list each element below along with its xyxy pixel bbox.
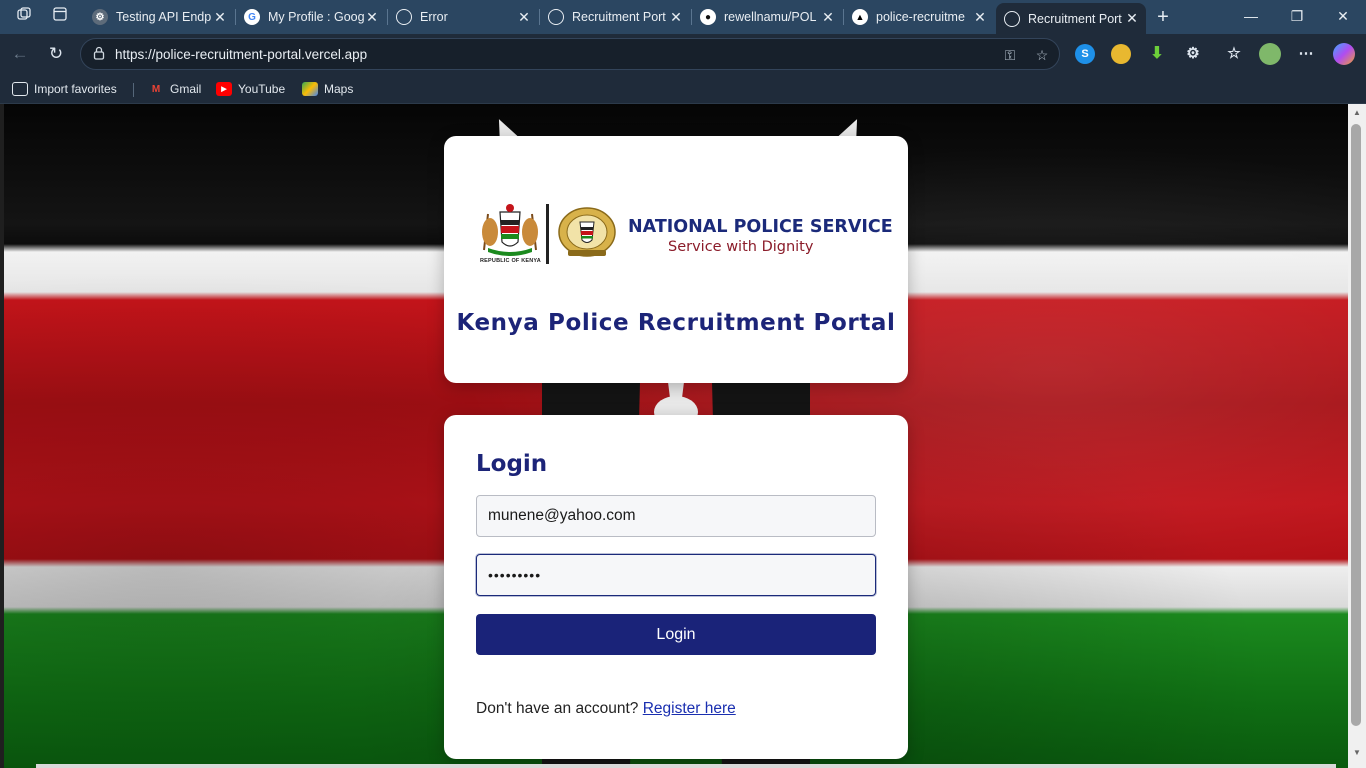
globe-icon: [1004, 10, 1020, 27]
new-tab-icon[interactable]: +: [1152, 6, 1174, 28]
tab-title: police-recruitme: [876, 10, 965, 24]
favorites-separator: [133, 83, 134, 97]
gear-icon: ⚙: [92, 9, 108, 25]
close-icon[interactable]: ✕: [820, 9, 836, 26]
tab-actions-icon[interactable]: [49, 6, 71, 28]
tab-title: Recruitment Port: [1028, 11, 1122, 26]
email-field[interactable]: munene@yahoo.com: [476, 495, 876, 537]
shazam-extension-icon[interactable]: S: [1075, 44, 1095, 64]
login-button[interactable]: Login: [476, 614, 876, 655]
scroll-up-icon[interactable]: ▲: [1352, 108, 1362, 118]
lock-icon[interactable]: [91, 46, 107, 62]
coat-of-arms-caption: REPUBLIC OF KENYA: [480, 258, 541, 264]
refresh-icon[interactable]: ↻: [44, 42, 68, 66]
tab-error[interactable]: Error ✕: [388, 3, 538, 31]
register-link[interactable]: Register here: [643, 700, 736, 717]
register-prompt-row: Don't have an account? Register here: [476, 700, 736, 718]
scrollbar-thumb[interactable]: [1351, 124, 1361, 726]
close-icon[interactable]: ✕: [212, 9, 228, 26]
back-icon[interactable]: ←: [8, 42, 32, 66]
address-bar[interactable]: https://police-recruitment-portal.vercel…: [80, 38, 1060, 70]
tab-vercel[interactable]: ▲ police-recruitme ✕: [844, 3, 994, 31]
download-extension-icon[interactable]: ⬇: [1147, 44, 1167, 64]
github-icon: ●: [700, 9, 716, 25]
page-title: Kenya Police Recruitment Portal: [456, 310, 896, 336]
vercel-icon: ▲: [852, 9, 868, 25]
password-field[interactable]: •••••••••: [476, 554, 876, 596]
favorite-import[interactable]: Import favorites: [12, 80, 117, 98]
browser-tab-bar: ⚙ Testing API Endp ✕ G My Profile : Goog…: [0, 0, 1366, 34]
maps-icon: [302, 82, 318, 96]
page-viewport: REPUBLIC OF KENYA NATIONAL POLICE SERVIC…: [4, 104, 1348, 768]
favorite-label: Import favorites: [34, 82, 117, 96]
tab-title: rewellnamu/POL: [724, 10, 817, 24]
tab-title: Recruitment Port: [572, 10, 666, 24]
key-icon[interactable]: ⚿: [1001, 46, 1019, 64]
copilot-icon[interactable]: [1333, 43, 1355, 65]
tab-title: My Profile : Goog: [268, 10, 365, 24]
globe-icon: [548, 9, 564, 25]
close-icon[interactable]: ✕: [972, 9, 988, 26]
gmail-icon: M: [151, 83, 161, 95]
tab-testing-api[interactable]: ⚙ Testing API Endp ✕: [84, 3, 234, 31]
favorite-label: Gmail: [170, 82, 202, 96]
favorite-youtube[interactable]: ▶ YouTube: [216, 80, 285, 98]
browser-toolbar: ← ↻ https://police-recruitment-portal.ve…: [0, 34, 1366, 74]
logo-subtitle: Service with Dignity: [668, 239, 814, 255]
tab-recruitment-portal[interactable]: Recruitment Port ✕: [540, 3, 690, 31]
more-options-icon[interactable]: ⋯: [1296, 44, 1316, 64]
login-card: Login munene@yahoo.com ••••••••• Login D…: [444, 415, 908, 759]
profile-avatar[interactable]: [1259, 43, 1281, 65]
favorites-bar: Import favorites M Gmail ▶ YouTube Maps: [0, 74, 1366, 104]
restore-icon[interactable]: ❐: [1274, 0, 1320, 32]
google-icon: G: [244, 9, 260, 25]
close-icon[interactable]: ✕: [1124, 10, 1140, 27]
coin-extension-icon[interactable]: [1111, 44, 1131, 64]
favorite-gmail[interactable]: M Gmail: [148, 80, 202, 98]
favorite-label: Maps: [324, 82, 354, 96]
workspaces-icon[interactable]: [13, 6, 35, 28]
favorite-label: YouTube: [238, 82, 286, 96]
close-icon[interactable]: ✕: [516, 9, 532, 26]
police-badge-icon: [558, 207, 616, 257]
login-heading: Login: [476, 451, 548, 477]
logo-banner: REPUBLIC OF KENYA NATIONAL POLICE SERVIC…: [478, 202, 893, 268]
close-window-icon[interactable]: ✕: [1320, 0, 1366, 32]
close-icon[interactable]: ✕: [364, 9, 380, 26]
youtube-icon: ▶: [216, 82, 232, 96]
close-icon[interactable]: ✕: [668, 9, 684, 26]
url-text[interactable]: https://police-recruitment-portal.vercel…: [115, 47, 367, 62]
globe-icon: [396, 9, 412, 25]
minimize-icon[interactable]: —: [1228, 0, 1274, 32]
coat-of-arms-icon: [482, 204, 538, 256]
tab-github[interactable]: ● rewellnamu/POL ✕: [692, 3, 842, 31]
import-icon: [12, 82, 28, 96]
tab-my-profile[interactable]: G My Profile : Goog ✕: [236, 3, 386, 31]
tab-title: Testing API Endp: [116, 10, 212, 24]
logo-divider: [546, 204, 549, 264]
scroll-down-icon[interactable]: ▼: [1352, 748, 1362, 758]
horizontal-scrollbar[interactable]: [36, 764, 1336, 768]
favorites-icon[interactable]: ☆: [1224, 44, 1244, 64]
favorite-star-icon[interactable]: ☆: [1033, 46, 1051, 64]
register-prompt: Don't have an account?: [476, 700, 639, 717]
tab-title: Error: [420, 10, 448, 24]
logo-title: NATIONAL POLICE SERVICE: [628, 217, 893, 237]
tab-recruitment-portal-active[interactable]: Recruitment Port ✕: [996, 3, 1146, 34]
header-card: REPUBLIC OF KENYA NATIONAL POLICE SERVIC…: [444, 136, 908, 383]
extensions-icon[interactable]: ⚙: [1183, 44, 1203, 64]
favorite-maps[interactable]: Maps: [302, 80, 353, 98]
